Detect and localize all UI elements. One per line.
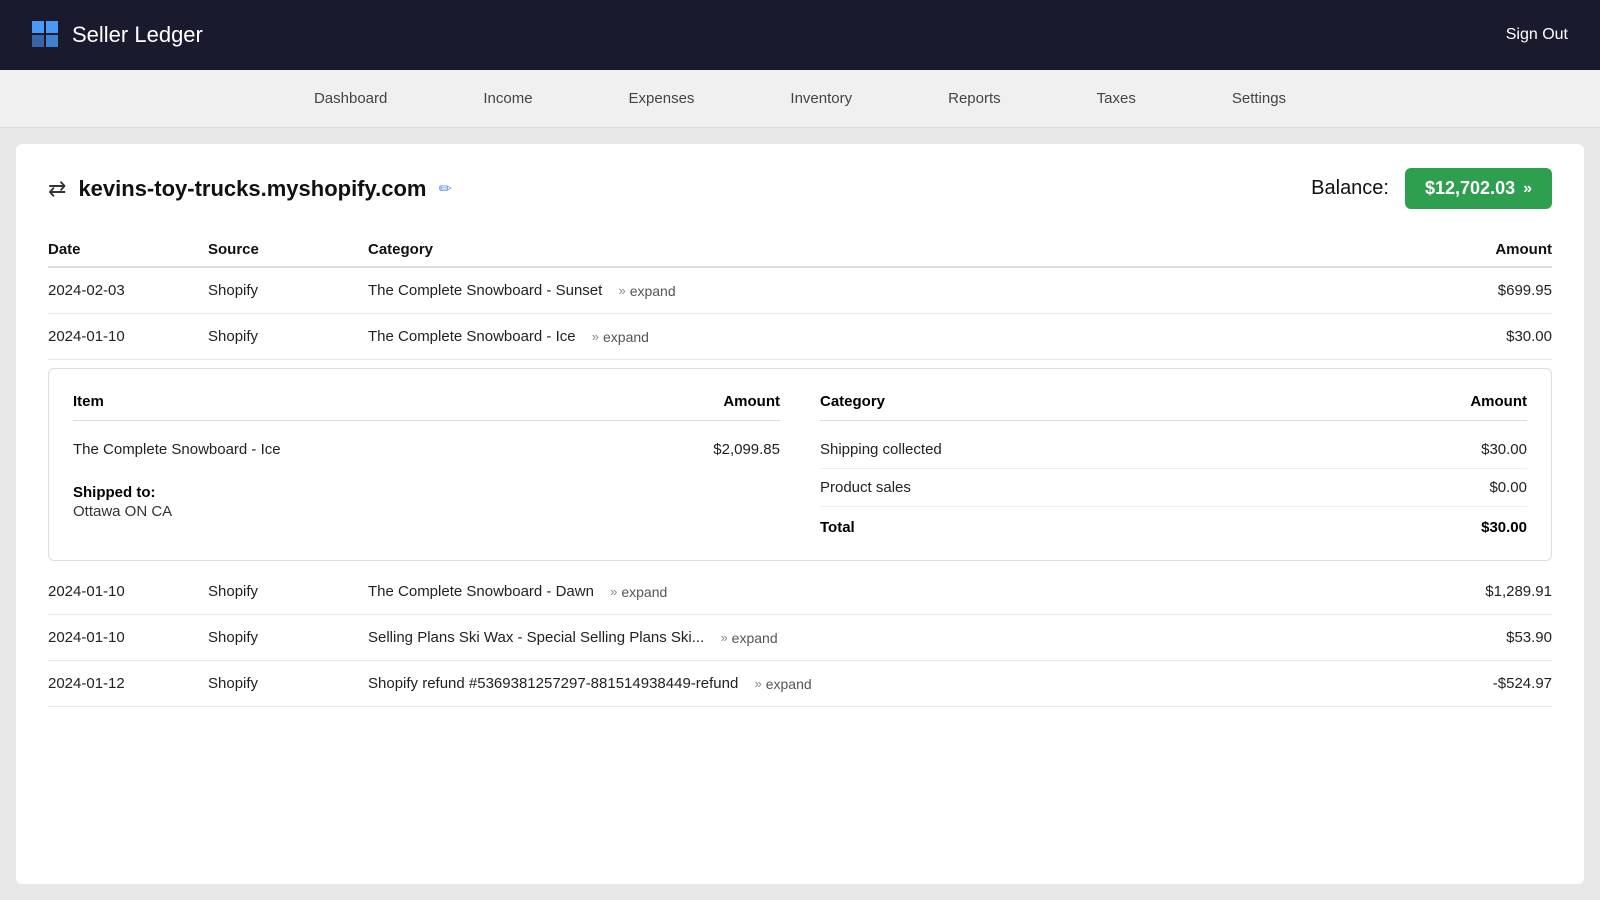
table-row: 2024-01-10 Shopify Selling Plans Ski Wax…	[48, 615, 1552, 661]
row-date: 2024-01-10	[48, 583, 208, 600]
expand-chevron-icon: »	[610, 584, 617, 599]
detail-inner: Item Amount The Complete Snowboard - Ice…	[73, 393, 1527, 536]
nav-item-inventory[interactable]: Inventory	[742, 70, 900, 127]
nav-item-settings[interactable]: Settings	[1184, 70, 1334, 127]
edit-icon[interactable]: ✏	[438, 179, 451, 199]
table-row: 2024-01-12 Shopify Shopify refund #53693…	[48, 661, 1552, 707]
row-source: Shopify	[208, 629, 368, 646]
detail-panel: Item Amount The Complete Snowboard - Ice…	[48, 368, 1552, 561]
expand-chevron-icon: »	[618, 283, 625, 298]
table-row: 2024-02-03 Shopify The Complete Snowboar…	[48, 268, 1552, 314]
row-category: Shopify refund #5369381257297-8815149384…	[368, 675, 1392, 692]
col-header-source: Source	[208, 241, 368, 258]
detail-right-col-category: Category	[820, 393, 1387, 410]
detail-right-col-amount: Amount	[1387, 393, 1527, 410]
row-date: 2024-01-12	[48, 675, 208, 692]
row-amount: $1,289.91	[1392, 583, 1552, 600]
detail-left-header: Item Amount	[73, 393, 780, 421]
shipped-label: Shipped to:	[73, 484, 780, 501]
detail-right-category: Shipping collected	[820, 441, 1387, 458]
row-date: 2024-01-10	[48, 328, 208, 345]
row-source: Shopify	[208, 675, 368, 692]
expand-link[interactable]: » expand	[720, 630, 777, 646]
account-header: ⇄ kevins-toy-trucks.myshopify.com ✏ Bala…	[48, 168, 1552, 209]
row-amount: $699.95	[1392, 282, 1552, 299]
row-category: The Complete Snowboard - Sunset » expand	[368, 282, 1392, 299]
row-category: The Complete Snowboard - Ice » expand	[368, 328, 1392, 345]
table-header: Date Source Category Amount	[48, 233, 1552, 268]
account-title-area: ⇄ kevins-toy-trucks.myshopify.com ✏	[48, 176, 452, 202]
nav-item-taxes[interactable]: Taxes	[1049, 70, 1184, 127]
row-amount: -$524.97	[1392, 675, 1552, 692]
detail-right-amount: $30.00	[1387, 441, 1527, 458]
nav-item-expenses[interactable]: Expenses	[581, 70, 743, 127]
logo-area: Seller Ledger	[32, 21, 203, 49]
row-date: 2024-02-03	[48, 282, 208, 299]
detail-total-row: Total $30.00	[820, 507, 1527, 536]
nav-bar: Dashboard Income Expenses Inventory Repo…	[0, 70, 1600, 128]
detail-right-row: Product sales $0.00	[820, 469, 1527, 507]
balance-area: Balance: $12,702.03 »	[1311, 168, 1552, 209]
row-source: Shopify	[208, 583, 368, 600]
transfer-icon: ⇄	[48, 176, 66, 202]
nav-item-dashboard[interactable]: Dashboard	[266, 70, 435, 127]
detail-col-item: Item	[73, 393, 640, 410]
account-name: kevins-toy-trucks.myshopify.com	[78, 176, 426, 202]
row-category: The Complete Snowboard - Dawn » expand	[368, 583, 1392, 600]
logo-text: Seller Ledger	[72, 22, 203, 48]
detail-right-amount: $0.00	[1387, 479, 1527, 496]
row-category: Selling Plans Ski Wax - Special Selling …	[368, 629, 1392, 646]
row-source: Shopify	[208, 328, 368, 345]
row-amount: $53.90	[1392, 629, 1552, 646]
table-row: 2024-01-10 Shopify The Complete Snowboar…	[48, 314, 1552, 360]
nav-item-income[interactable]: Income	[435, 70, 580, 127]
expand-chevron-icon: »	[720, 630, 727, 645]
detail-col-amount: Amount	[640, 393, 780, 410]
shipped-to-section: Shipped to: Ottawa ON CA	[73, 484, 780, 520]
expand-link[interactable]: » expand	[592, 329, 649, 345]
row-date: 2024-01-10	[48, 629, 208, 646]
detail-total-amount: $30.00	[1387, 519, 1527, 536]
col-header-date: Date	[48, 241, 208, 258]
expand-chevron-icon: »	[755, 676, 762, 691]
sign-out-button[interactable]: Sign Out	[1506, 26, 1568, 44]
balance-amount[interactable]: $12,702.03 »	[1405, 168, 1552, 209]
balance-label: Balance:	[1311, 177, 1389, 200]
expand-link[interactable]: » expand	[618, 283, 675, 299]
detail-item-row: The Complete Snowboard - Ice $2,099.85	[73, 431, 780, 468]
detail-right: Category Amount Shipping collected $30.0…	[820, 393, 1527, 536]
expand-chevron-icon: »	[592, 329, 599, 344]
expand-link[interactable]: » expand	[755, 676, 812, 692]
detail-left: Item Amount The Complete Snowboard - Ice…	[73, 393, 780, 536]
balance-value: $12,702.03	[1425, 178, 1515, 199]
shipped-value: Ottawa ON CA	[73, 503, 780, 520]
table-row: 2024-01-10 Shopify The Complete Snowboar…	[48, 569, 1552, 615]
row-amount: $30.00	[1392, 328, 1552, 345]
balance-chevron: »	[1523, 180, 1532, 198]
detail-item-name: The Complete Snowboard - Ice	[73, 441, 640, 458]
col-header-category: Category	[368, 241, 1392, 258]
main-content: ⇄ kevins-toy-trucks.myshopify.com ✏ Bala…	[16, 144, 1584, 884]
row-source: Shopify	[208, 282, 368, 299]
col-header-amount: Amount	[1392, 241, 1552, 258]
detail-right-category: Product sales	[820, 479, 1387, 496]
nav-item-reports[interactable]: Reports	[900, 70, 1049, 127]
detail-right-row: Shipping collected $30.00	[820, 431, 1527, 469]
logo-icon	[32, 21, 60, 49]
top-header: Seller Ledger Sign Out	[0, 0, 1600, 70]
detail-item-amount: $2,099.85	[640, 441, 780, 458]
expand-link[interactable]: » expand	[610, 584, 667, 600]
detail-right-header: Category Amount	[820, 393, 1527, 421]
detail-total-label: Total	[820, 519, 1387, 536]
